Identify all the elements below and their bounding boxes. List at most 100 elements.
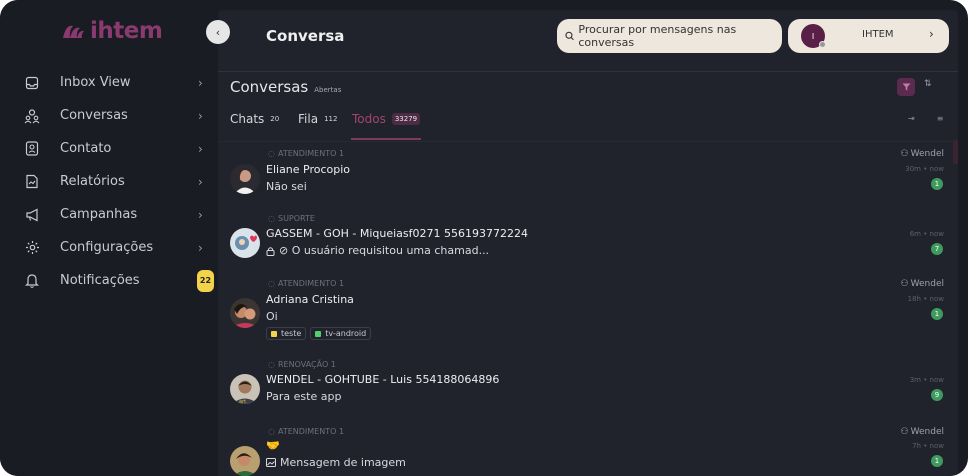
timestamp: 3m • now <box>909 376 944 384</box>
tab-fila[interactable]: Fila 112 <box>298 112 337 126</box>
tab-chats[interactable]: Chats 20 <box>230 112 279 126</box>
tab-count: 20 <box>270 115 280 123</box>
list-tools: ⇥ ≡ <box>908 114 943 123</box>
bell-icon <box>24 273 40 289</box>
scrollbar-thumb[interactable] <box>953 140 958 164</box>
sort-order-button[interactable]: ⇅ <box>924 79 932 89</box>
logo-mark-icon <box>63 25 84 38</box>
chevron-right-icon: › <box>198 75 203 90</box>
tag[interactable]: teste <box>266 327 307 340</box>
whatsapp-icon: ◌ <box>268 214 275 223</box>
whatsapp-icon: ◌ <box>268 149 275 158</box>
search-input[interactable]: Procurar por mensagens nas conversas <box>557 19 782 53</box>
whatsapp-icon: ◌ <box>268 279 275 288</box>
timestamp: 30m • now <box>905 165 944 173</box>
list-filter-icon[interactable]: ≡ <box>937 114 944 123</box>
assigned-agent: ⚇ Wendel <box>900 279 944 289</box>
contact-name: 🤝 <box>266 439 280 452</box>
divider <box>218 141 958 142</box>
main-panel: Conversa Procurar por mensagens nas conv… <box>218 10 958 476</box>
notification-count-badge: 22 <box>197 269 214 292</box>
sidebar: ihtem Inbox View › Conversas › Contato ›… <box>0 0 218 476</box>
whatsapp-icon: ◌ <box>268 360 275 369</box>
avatar[interactable] <box>230 446 260 476</box>
chevron-right-icon: › <box>198 141 203 156</box>
queue-label: ◌ ATENDIMENTO 1 <box>268 427 345 436</box>
sidebar-item-label: Contato <box>60 141 112 156</box>
topbar: Conversa Procurar por mensagens nas conv… <box>218 10 958 72</box>
unread-count-badge: 1 <box>931 308 943 320</box>
sidebar-item-label: Campanhas <box>60 207 138 222</box>
contact-name: Eliane Procopio <box>266 163 351 176</box>
collapse-sidebar-button[interactable]: ‹ <box>206 20 230 44</box>
last-message: Não sei <box>266 180 307 193</box>
lock-icon <box>266 246 275 256</box>
avatar[interactable]: art <box>230 374 260 404</box>
app-window: ihtem Inbox View › Conversas › Contato ›… <box>0 0 968 476</box>
sidebar-item-notificacoes[interactable]: Notificações 22 <box>0 264 218 297</box>
unread-count-badge: 1 <box>931 455 943 467</box>
search-placeholder: Procurar por mensagens nas conversas <box>578 23 737 49</box>
avatar[interactable] <box>230 228 260 258</box>
contact-name: Adriana Cristina <box>266 293 354 306</box>
filter-button[interactable] <box>897 78 915 96</box>
person-icon: ⚇ <box>900 427 909 437</box>
image-icon <box>266 458 276 467</box>
assigned-agent: ⚇ Wendel <box>900 427 944 437</box>
report-icon <box>24 174 40 190</box>
sidebar-item-inbox-view[interactable]: Inbox View › <box>0 66 218 99</box>
search-icon <box>565 31 574 41</box>
queue-label: ◌ RENOVAÇÃO 1 <box>268 360 336 369</box>
contact-name: GASSEM - GOH - Miqueiasf0271 55619377222… <box>266 227 528 240</box>
collapse-list-icon[interactable]: ⇥ <box>908 114 915 123</box>
filter-icon <box>902 83 910 91</box>
sort-arrows-icon: ⇅ <box>924 79 932 89</box>
svg-text:art: art <box>239 399 246 404</box>
sidebar-item-relatorios[interactable]: Relatórios › <box>0 165 218 198</box>
sidebar-item-label: Configurações <box>60 240 154 255</box>
unread-count-badge: 7 <box>931 243 943 255</box>
queue-label: ◌ ATENDIMENTO 1 <box>268 149 345 158</box>
users-icon <box>24 108 40 124</box>
sidebar-item-label: Conversas <box>60 108 128 123</box>
last-message: ⊘ O usuário requisitou uma chamad... <box>266 244 489 257</box>
user-menu-button[interactable]: I IHTEM › <box>788 19 949 53</box>
chevron-left-icon: ‹ <box>215 25 221 39</box>
avatar[interactable] <box>230 298 260 328</box>
sidebar-item-campanhas[interactable]: Campanhas › <box>0 198 218 231</box>
person-icon: ⚇ <box>900 149 909 159</box>
tab-label: Todos <box>352 112 386 126</box>
tag-color-dot <box>271 330 277 337</box>
sidebar-item-contato[interactable]: Contato › <box>0 132 218 165</box>
contact-name: WENDEL - GOHTUBE - Luis 554188064896 <box>266 373 500 386</box>
tag[interactable]: tv-android <box>310 327 372 340</box>
user-name: IHTEM <box>862 29 894 40</box>
whatsapp-icon: ◌ <box>268 427 275 436</box>
settings-icon <box>24 240 40 256</box>
avatar[interactable] <box>230 164 260 194</box>
tag-list: teste tv-android <box>266 327 372 340</box>
tab-label: Fila <box>298 112 319 126</box>
assigned-agent: ⚇ Wendel <box>900 149 944 159</box>
sidebar-item-configuracoes[interactable]: Configurações › <box>0 231 218 264</box>
person-icon: ⚇ <box>900 279 909 289</box>
timestamp: 18h • now <box>907 295 944 303</box>
last-message: Mensagem de imagem <box>266 456 406 469</box>
chevron-right-icon: › <box>929 27 934 41</box>
sidebar-item-label: Inbox View <box>60 75 131 90</box>
sidebar-nav: Inbox View › Conversas › Contato › Relat… <box>0 66 218 297</box>
brand-logo[interactable]: ihtem <box>60 18 163 44</box>
sidebar-item-label: Relatórios <box>60 174 125 189</box>
conversation-tabs: Chats 20 Fila 112 Todos 33279 <box>230 110 930 140</box>
last-message: Para este app <box>266 390 342 403</box>
logo-text: ihtem <box>90 18 163 44</box>
conversations-title: Conversas <box>230 78 309 96</box>
tag-color-dot <box>315 330 322 337</box>
tab-todos[interactable]: Todos 33279 <box>352 112 421 126</box>
conversations-header: Conversas Abertas <box>230 78 341 96</box>
active-tab-indicator <box>351 138 421 140</box>
chevron-right-icon: › <box>198 240 203 255</box>
sidebar-item-conversas[interactable]: Conversas › <box>0 99 218 132</box>
page-title: Conversa <box>266 27 345 45</box>
megaphone-icon <box>24 207 40 223</box>
